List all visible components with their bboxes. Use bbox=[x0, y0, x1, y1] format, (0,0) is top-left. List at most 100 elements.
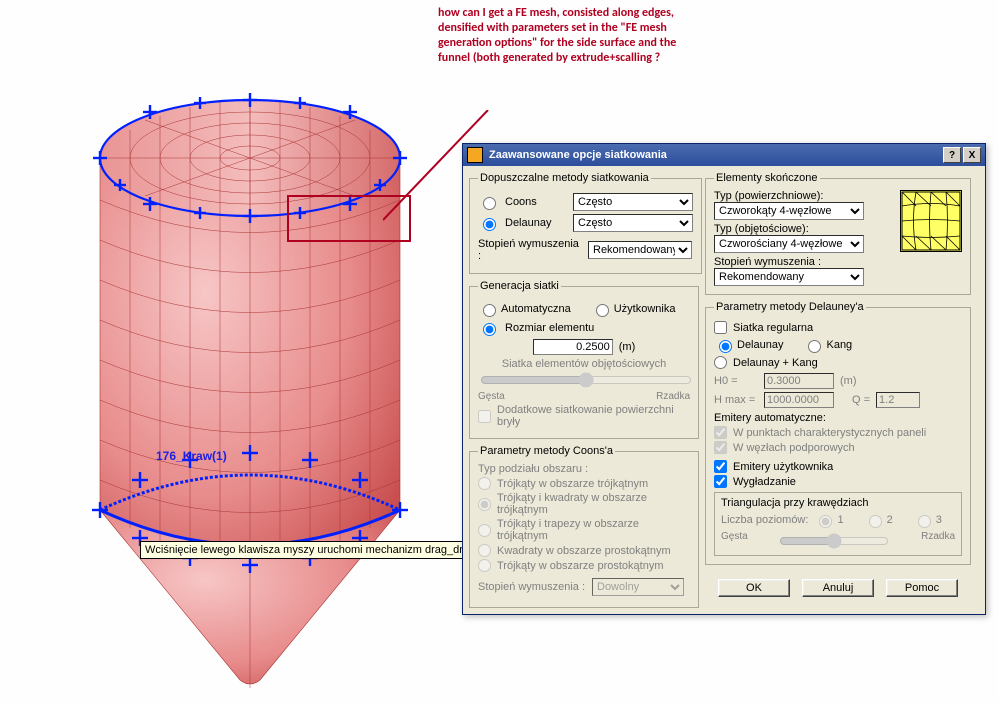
coons-label: Coons bbox=[505, 196, 567, 208]
coons-opt4-radio bbox=[478, 544, 491, 557]
edge-slider-dense: Gęsta bbox=[721, 531, 748, 551]
coons-opt2-label: Trójkąty i kwadraty w obszarze trójkątny… bbox=[497, 492, 690, 516]
methods-group: Dopuszczalne metody siatkowania Coons Cz… bbox=[469, 172, 702, 274]
fe-voltype-label: Typ (objętościowe): bbox=[714, 223, 888, 235]
element-size-unit: (m) bbox=[619, 341, 636, 353]
emit-panels-checkbox bbox=[714, 426, 727, 439]
level1-radio bbox=[819, 515, 832, 528]
coons-opt4-label: Kwadraty w obszarze prostokątnym bbox=[497, 545, 671, 557]
fe-surftype-label: Typ (powierzchniowe): bbox=[714, 190, 888, 202]
smoothing-label: Wygładzanie bbox=[733, 476, 796, 488]
gen-auto-label: Automatyczna bbox=[501, 303, 571, 315]
coons-opt1-label: Trójkąty w obszarze trójkątnym bbox=[497, 478, 648, 490]
drag-drop-tooltip: Wciśnięcie lewego klawisza myszy uruchom… bbox=[140, 541, 480, 559]
generation-legend: Generacja siatki bbox=[478, 280, 561, 292]
fe-voltype-select[interactable]: Czworościany 4-węzłowe bbox=[714, 235, 864, 253]
delaunay-kang-radio[interactable] bbox=[714, 356, 727, 369]
silo-mesh bbox=[60, 40, 440, 690]
h0-input bbox=[764, 373, 834, 389]
cancel-button[interactable]: Anuluj bbox=[802, 579, 874, 597]
coons-opt3-radio bbox=[478, 524, 491, 537]
dialog-button-row: OK Anuluj Pomoc bbox=[705, 571, 971, 607]
gen-size-radio[interactable] bbox=[483, 323, 496, 336]
delaunay-frequency-select[interactable]: Często bbox=[573, 214, 693, 232]
level1-label: 1 bbox=[837, 514, 843, 526]
hmax-label: H max = bbox=[714, 394, 758, 406]
methods-force-select[interactable]: Rekomendowany bbox=[588, 241, 692, 259]
volumetric-slider bbox=[480, 372, 692, 388]
edge-tri-label: Triangulacja przy krawędziach bbox=[721, 497, 955, 509]
delaunay-radio[interactable] bbox=[483, 218, 496, 231]
generation-group: Generacja siatki Automatyczna Użytkownik… bbox=[469, 280, 699, 439]
annotation-highlight-box bbox=[287, 195, 411, 242]
annotation-text: how can I get a FE mesh, consisted along… bbox=[438, 6, 698, 66]
hmax-input bbox=[764, 392, 834, 408]
fe-force-label: Stopień wymuszenia : bbox=[714, 256, 888, 268]
coons-params-legend: Parametry metody Coons'a bbox=[478, 445, 615, 457]
coons-opt5-radio bbox=[478, 559, 491, 572]
titlebar-help-button[interactable]: ? bbox=[943, 147, 961, 163]
smoothing-checkbox[interactable] bbox=[714, 475, 727, 488]
user-emitters-checkbox[interactable] bbox=[714, 460, 727, 473]
coons-opt3-label: Trójkąty i trapezy w obszarze trójkątnym bbox=[497, 518, 690, 542]
delaunay-kang-label: Delaunay + Kang bbox=[733, 357, 818, 369]
mesh-options-dialog: Zaawansowane opcje siatkowania ? X Dopus… bbox=[462, 143, 986, 615]
regular-mesh-checkbox[interactable] bbox=[714, 321, 727, 334]
volumetric-label: Siatka elementów objętościowych bbox=[478, 358, 690, 370]
coons-radio[interactable] bbox=[483, 197, 496, 210]
coons-opt5-label: Trójkąty w obszarze prostokątnym bbox=[497, 560, 663, 572]
level3-label: 3 bbox=[936, 514, 942, 526]
coons-frequency-select[interactable]: Często bbox=[573, 193, 693, 211]
fe-surftype-select[interactable]: Czworokąty 4-węzłowe bbox=[714, 202, 864, 220]
kang-method-label: Kang bbox=[826, 339, 852, 351]
edge-label: 176_Kraw(1) bbox=[156, 449, 227, 463]
levels-label: Liczba poziomów: bbox=[721, 514, 808, 526]
gen-auto-radio[interactable] bbox=[483, 304, 496, 317]
q-label: Q = bbox=[852, 394, 870, 406]
emit-supports-label: W węzłach podporowych bbox=[733, 442, 855, 454]
delaunay-method-radio[interactable] bbox=[719, 340, 732, 353]
coons-force-select: Dowolny bbox=[592, 578, 684, 596]
help-button[interactable]: Pomoc bbox=[886, 579, 958, 597]
element-size-input[interactable] bbox=[533, 339, 613, 355]
extra-surfacing-label: Dodatkowe siatkowanie powierzchni bryły bbox=[497, 404, 690, 428]
user-emitters-label: Emitery użytkownika bbox=[733, 461, 833, 473]
coons-opt1-radio bbox=[478, 477, 491, 490]
kang-method-radio[interactable] bbox=[808, 340, 821, 353]
fe-group: Elementy skończone Typ (powierzchniowe):… bbox=[705, 172, 971, 295]
ok-button[interactable]: OK bbox=[718, 579, 790, 597]
level2-radio bbox=[869, 515, 882, 528]
edge-density-slider bbox=[779, 533, 889, 549]
q-input bbox=[876, 392, 920, 408]
edge-triangulation-box: Triangulacja przy krawędziach Liczba poz… bbox=[714, 492, 962, 556]
regular-mesh-label: Siatka regularna bbox=[733, 322, 813, 334]
app-icon bbox=[467, 147, 483, 163]
fe-force-select[interactable]: Rekomendowany bbox=[714, 268, 864, 286]
emitters-auto-label: Emitery automatyczne: bbox=[714, 412, 962, 424]
coons-force-label: Stopień wymuszenia : bbox=[478, 581, 586, 593]
level3-radio bbox=[918, 515, 931, 528]
gen-user-radio[interactable] bbox=[596, 304, 609, 317]
vol-slider-dense: Gęsta bbox=[478, 391, 505, 402]
delaunay-params-group: Parametry metody Delauney'a Siatka regul… bbox=[705, 301, 971, 565]
delaunay-method-label: Delaunay bbox=[737, 339, 783, 351]
methods-force-label: Stopień wymuszenia : bbox=[478, 238, 582, 262]
vol-slider-sparse: Rzadka bbox=[656, 391, 690, 402]
h0-label: H0 = bbox=[714, 375, 758, 387]
gen-size-label: Rozmiar elementu bbox=[505, 322, 594, 334]
emit-supports-checkbox bbox=[714, 441, 727, 454]
level2-label: 2 bbox=[887, 514, 893, 526]
methods-legend: Dopuszczalne metody siatkowania bbox=[478, 172, 651, 184]
gen-user-label: Użytkownika bbox=[614, 303, 676, 315]
coons-opt2-radio bbox=[478, 498, 491, 511]
mesh-preview-icon bbox=[900, 190, 962, 252]
dialog-title: Zaawansowane opcje siatkowania bbox=[489, 149, 667, 161]
titlebar-close-button[interactable]: X bbox=[963, 147, 981, 163]
coons-type-label: Typ podziału obszaru : bbox=[478, 463, 690, 475]
h0-unit: (m) bbox=[840, 375, 857, 387]
delaunay-label: Delaunay bbox=[505, 217, 567, 229]
fe-legend: Elementy skończone bbox=[714, 172, 820, 184]
dialog-titlebar[interactable]: Zaawansowane opcje siatkowania ? X bbox=[463, 144, 985, 166]
coons-params-group: Parametry metody Coons'a Typ podziału ob… bbox=[469, 445, 699, 608]
emit-panels-label: W punktach charakterystycznych paneli bbox=[733, 427, 926, 439]
